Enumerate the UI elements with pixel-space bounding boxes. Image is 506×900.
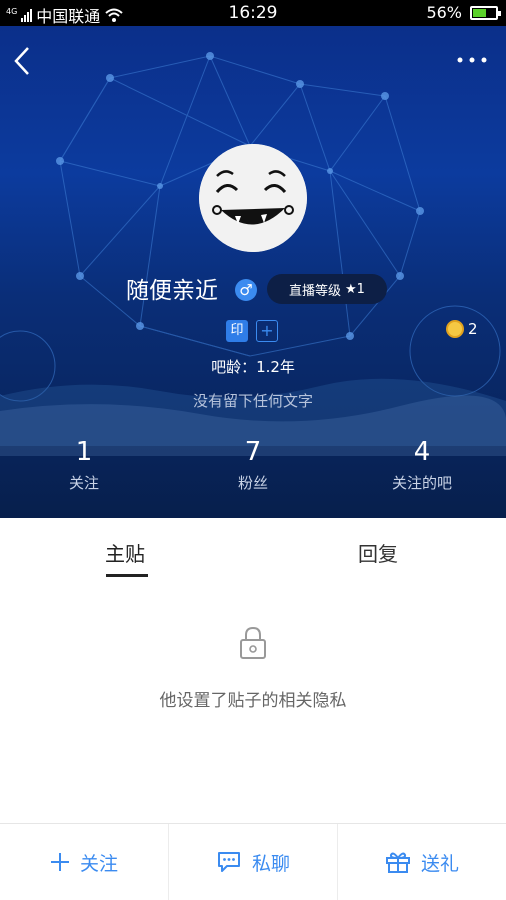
live-level-label: 直播等级	[289, 283, 342, 299]
status-right: 56%	[426, 3, 501, 22]
stat-number: 7	[244, 437, 262, 467]
male-gender-icon: ♂	[235, 279, 257, 301]
stat-followed-bars[interactable]: 4 关注的吧	[338, 436, 506, 493]
follow-button[interactable]: 关注	[0, 824, 169, 900]
tab-posts[interactable]: 主贴	[105, 538, 145, 567]
bio-text: 没有留下任何文字	[192, 392, 313, 410]
live-level-value: ★1	[345, 281, 365, 297]
seal-badge[interactable]: 印	[226, 320, 248, 342]
avatar[interactable]	[199, 144, 307, 252]
gift-label: 送礼	[420, 852, 459, 875]
stats-row: 1 关注 7 粉丝 4 关注的吧	[0, 436, 506, 496]
send-gift-button[interactable]: 送礼	[338, 824, 506, 900]
stat-following[interactable]: 1 关注	[0, 436, 168, 493]
content-tabs: 主贴 回复	[0, 518, 506, 582]
message-label: 私聊	[251, 852, 290, 875]
follow-label: 关注	[79, 852, 118, 875]
tab-replies[interactable]: 回复	[358, 538, 398, 567]
battery-percent: 56%	[426, 3, 462, 22]
plus-icon	[50, 853, 69, 871]
profile-header: 随便亲近 ♂ 直播等级 ★1 印 + 2 吧龄：1.2年 没有留下任何文字 1 …	[0, 26, 506, 518]
stat-label: 粉丝	[237, 474, 268, 492]
lock-icon	[240, 626, 266, 659]
stat-fans[interactable]: 7 粉丝	[169, 436, 337, 493]
badge-tags: 印 +	[226, 320, 278, 342]
name-row: 随便亲近 ♂ 直播等级 ★1	[0, 274, 506, 308]
gift-icon	[385, 852, 410, 873]
active-tab-indicator	[106, 574, 148, 577]
back-button[interactable]	[8, 42, 38, 80]
add-badge-button[interactable]: +	[256, 320, 278, 342]
tieba-age: 吧龄：1.2年	[211, 358, 295, 376]
live-level-badge[interactable]: 直播等级 ★1	[267, 274, 387, 304]
bottom-action-bar: 关注 私聊 送礼	[0, 823, 506, 900]
chat-bubble-icon	[217, 852, 240, 872]
status-bar: 4G 中国联通 16:29 56%	[0, 0, 506, 26]
battery-icon	[470, 5, 501, 20]
stat-label: 关注的吧	[391, 474, 452, 492]
stat-label: 关注	[68, 474, 99, 492]
privacy-text: 他设置了贴子的相关隐私	[159, 691, 347, 711]
private-message-button[interactable]: 私聊	[169, 824, 338, 900]
smiley-face-icon	[199, 144, 307, 252]
coin-count[interactable]: 2	[446, 320, 478, 338]
more-options-button[interactable]	[454, 48, 490, 72]
privacy-notice: 他设置了贴子的相关隐私	[0, 626, 506, 711]
stat-number: 4	[413, 437, 431, 467]
coin-value: 2	[468, 320, 478, 338]
stat-number: 1	[75, 437, 93, 467]
username: 随便亲近	[126, 278, 218, 304]
coin-icon	[446, 320, 464, 338]
